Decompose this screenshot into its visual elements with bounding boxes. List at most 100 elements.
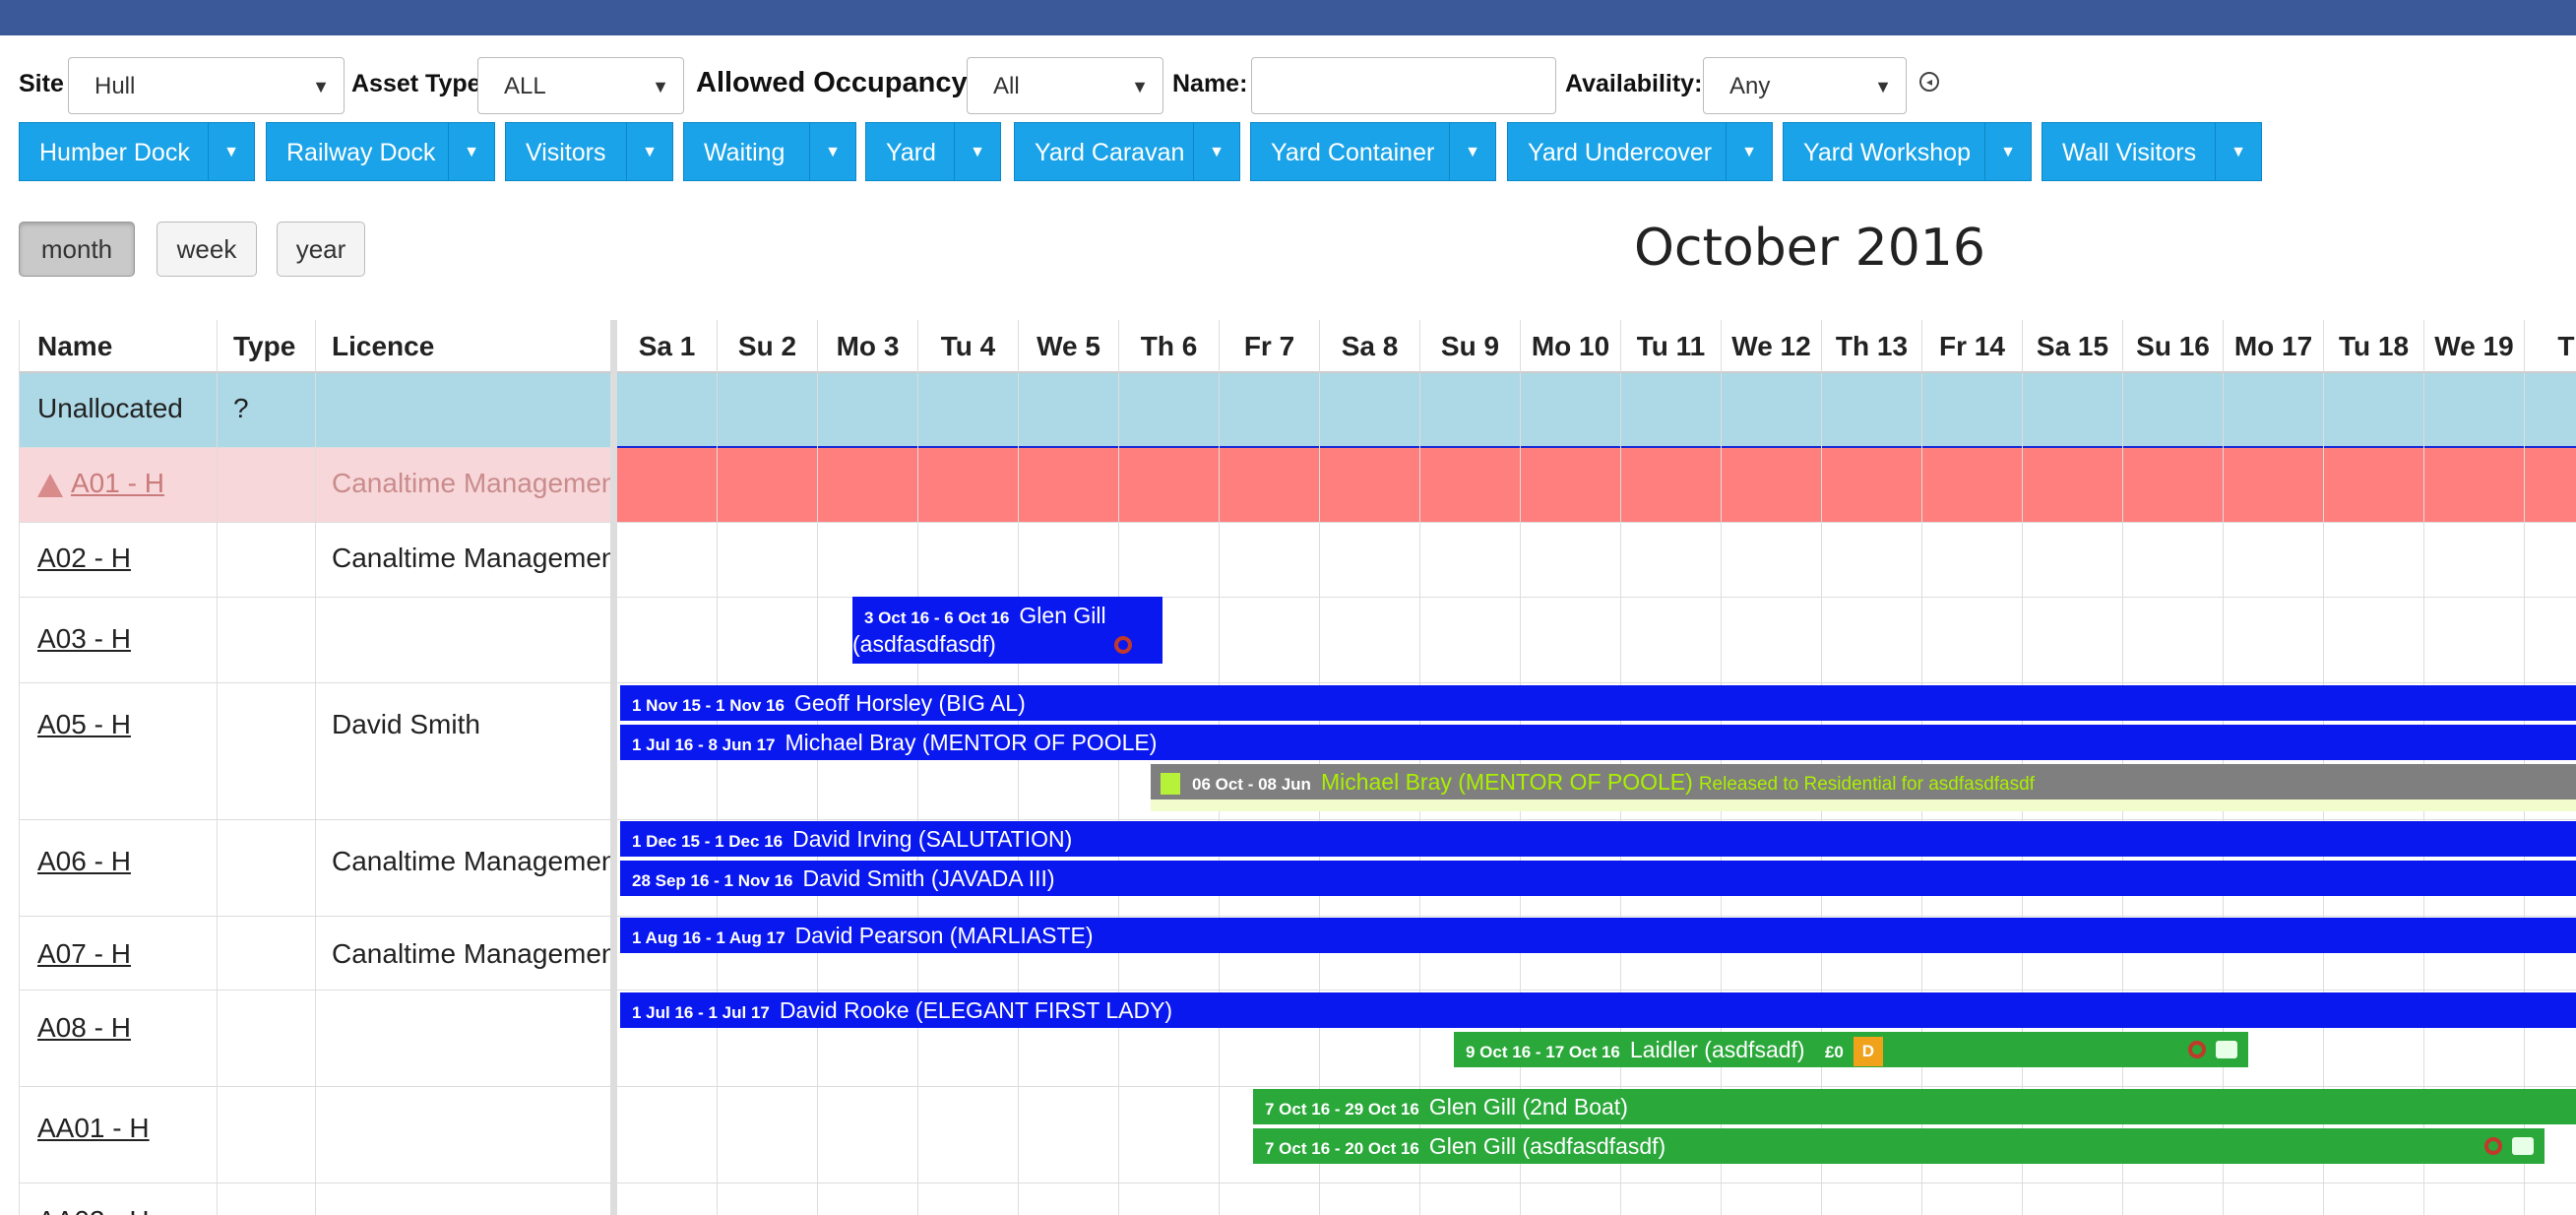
asset-button-humber-dock[interactable]: Humber Dock ▼: [19, 122, 255, 181]
row-name-cell: A08 - H: [19, 991, 218, 1086]
luggage-icon[interactable]: [2512, 1137, 2534, 1155]
row-name-link[interactable]: AA01 - H: [37, 1113, 150, 1144]
row-name-link[interactable]: AA02 - H: [37, 1205, 150, 1215]
booking-bar[interactable]: 7 Oct 16 - 29 Oct 16 Glen Gill (2nd Boat): [1253, 1089, 2576, 1124]
site-select[interactable]: Hull ▼: [68, 57, 345, 114]
day-header[interactable]: Mo 10: [1521, 320, 1621, 373]
header-name[interactable]: Name: [19, 320, 218, 373]
header-licence[interactable]: Licence: [316, 320, 611, 373]
site-select-value: Hull: [94, 73, 136, 99]
chevron-down-icon[interactable]: ▼: [2215, 123, 2261, 180]
chevron-down-icon[interactable]: ▼: [809, 123, 855, 180]
chevron-down-icon[interactable]: ▼: [1726, 123, 1772, 180]
asset-button-yard-caravan[interactable]: Yard Caravan ▼: [1014, 122, 1240, 181]
cancel-icon[interactable]: [2484, 1137, 2502, 1155]
filter-bar: Site Hull ▼ Asset Type ALL ▼ Allowed Occ…: [0, 55, 2576, 118]
row-type-cell: ?: [218, 373, 316, 447]
asset-button-waiting[interactable]: Waiting ▼: [683, 122, 856, 181]
row-type-cell: [218, 1183, 316, 1215]
booking-bar[interactable]: 9 Oct 16 - 17 Oct 16 Laidler (asdfsadf) £…: [1454, 1032, 2248, 1067]
table-row: A02 - H Canaltime Managemen: [19, 523, 2576, 598]
name-input[interactable]: [1251, 57, 1556, 114]
row-name-link[interactable]: A05 - H: [37, 709, 131, 740]
column-splitter[interactable]: [611, 320, 617, 1215]
cancel-icon[interactable]: [1114, 636, 1132, 654]
chevron-down-icon[interactable]: ▼: [208, 123, 254, 180]
day-header[interactable]: Su 9: [1420, 320, 1521, 373]
occupancy-select[interactable]: All ▼: [967, 57, 1163, 114]
asset-button-railway-dock[interactable]: Railway Dock ▼: [266, 122, 495, 181]
chevron-down-icon[interactable]: ▼: [1984, 123, 2031, 180]
row-licence-cell: David Smith: [316, 683, 611, 819]
asset-button-yard[interactable]: Yard ▼: [865, 122, 1001, 181]
luggage-icon[interactable]: [2216, 1041, 2237, 1058]
day-header[interactable]: Sa 8: [1320, 320, 1420, 373]
booking-bar[interactable]: 28 Sep 16 - 1 Nov 16 David Smith (JAVADA …: [620, 861, 2576, 896]
day-header[interactable]: Fr 14: [1922, 320, 2023, 373]
booking-bar[interactable]: 1 Jul 16 - 1 Jul 17 David Rooke (ELEGANT …: [620, 992, 2576, 1028]
booking-bar[interactable]: 3 Oct 16 - 6 Oct 16 Glen Gill (asdfasdfas…: [852, 597, 1162, 664]
view-year-button[interactable]: year: [277, 222, 365, 277]
exit-icon: [1161, 772, 1180, 795]
day-header[interactable]: We 5: [1019, 320, 1119, 373]
released-bar[interactable]: 06 Oct - 08 Jun Michael Bray (MENTOR OF P…: [1151, 764, 2576, 799]
cancel-icon[interactable]: [2188, 1041, 2206, 1058]
asset-button-visitors[interactable]: Visitors ▼: [505, 122, 673, 181]
row-name-link[interactable]: A03 - H: [37, 623, 131, 655]
chevron-down-icon[interactable]: ▼: [1449, 123, 1495, 180]
header-licence-label: Licence: [332, 331, 435, 361]
chevron-down-icon[interactable]: ▼: [1193, 123, 1239, 180]
booking-boat: (asdfasdfasdf): [852, 631, 996, 657]
view-month-button[interactable]: month: [19, 222, 135, 277]
view-week-button[interactable]: week: [157, 222, 257, 277]
asset-button-yard-workshop[interactable]: Yard Workshop ▼: [1783, 122, 2032, 181]
day-header[interactable]: Su 16: [2123, 320, 2224, 373]
row-type-cell: [218, 598, 316, 682]
chevron-down-icon[interactable]: ▼: [954, 123, 1000, 180]
chevron-down-icon[interactable]: ▼: [448, 123, 494, 180]
row-type-cell: [218, 683, 316, 819]
day-header[interactable]: Mo 17: [2224, 320, 2324, 373]
collapse-filters-icon[interactable]: ◂: [1919, 72, 1939, 92]
asset-button-yard-container[interactable]: Yard Container ▼: [1250, 122, 1496, 181]
day-header[interactable]: We 19: [2424, 320, 2525, 373]
chevron-down-icon[interactable]: ▼: [626, 123, 672, 180]
booking-bar[interactable]: 1 Aug 16 - 1 Aug 17 David Pearson (MARLIA…: [620, 918, 2576, 953]
booking-dates: 28 Sep 16 - 1 Nov 16: [632, 871, 793, 890]
day-header[interactable]: Th 6: [1119, 320, 1220, 373]
occupancy-label: Allowed Occupancy:: [696, 67, 977, 98]
row-name-link[interactable]: A08 - H: [37, 1012, 131, 1044]
asset-button-yard-undercover[interactable]: Yard Undercover ▼: [1507, 122, 1773, 181]
booking-bar[interactable]: 1 Jul 16 - 8 Jun 17 Michael Bray (MENTOR …: [620, 725, 2576, 760]
row-name-link[interactable]: A01 - H: [71, 468, 164, 498]
asset-button-wall-visitors[interactable]: Wall Visitors ▼: [2042, 122, 2262, 181]
availability-select[interactable]: Any ▼: [1703, 57, 1907, 114]
row-name-link[interactable]: A07 - H: [37, 938, 131, 970]
booking-bar[interactable]: 1 Nov 15 - 1 Nov 16 Geoff Horsley (BIG AL…: [620, 685, 2576, 721]
asset-type-select[interactable]: ALL ▼: [477, 57, 684, 114]
day-header[interactable]: Tu 11: [1621, 320, 1722, 373]
day-header[interactable]: Tu 4: [918, 320, 1019, 373]
day-header[interactable]: Su 2: [718, 320, 818, 373]
availability-label: Availability:: [1565, 70, 1703, 97]
day-header[interactable]: Th 13: [1822, 320, 1922, 373]
header-type[interactable]: Type: [218, 320, 316, 373]
day-header[interactable]: Mo 3: [818, 320, 918, 373]
day-header[interactable]: Tu 18: [2324, 320, 2424, 373]
unallocated-lane[interactable]: [617, 373, 2576, 448]
row-type-cell: [218, 991, 316, 1086]
day-header[interactable]: Sa 1: [617, 320, 718, 373]
row-name-link[interactable]: A02 - H: [37, 543, 131, 574]
booking-note: Released to Residential for asdfasdfasdf: [1698, 774, 2035, 795]
day-header[interactable]: Sa 15: [2023, 320, 2123, 373]
day-header[interactable]: Th: [2525, 320, 2576, 373]
booking-name: David Irving (SALUTATION): [792, 826, 1073, 852]
day-header[interactable]: Fr 7: [1220, 320, 1320, 373]
blocked-lane[interactable]: [617, 448, 2576, 522]
row-licence-cell: Canaltime Managemen: [316, 820, 611, 916]
booking-bar[interactable]: 7 Oct 16 - 20 Oct 16 Glen Gill (asdfasdfa…: [1253, 1128, 2545, 1164]
row-name-link[interactable]: A06 - H: [37, 846, 131, 877]
day-header[interactable]: We 12: [1722, 320, 1822, 373]
booking-bar[interactable]: 1 Dec 15 - 1 Dec 16 David Irving (SALUTAT…: [620, 821, 2576, 857]
row-name-cell: A05 - H: [19, 683, 218, 819]
